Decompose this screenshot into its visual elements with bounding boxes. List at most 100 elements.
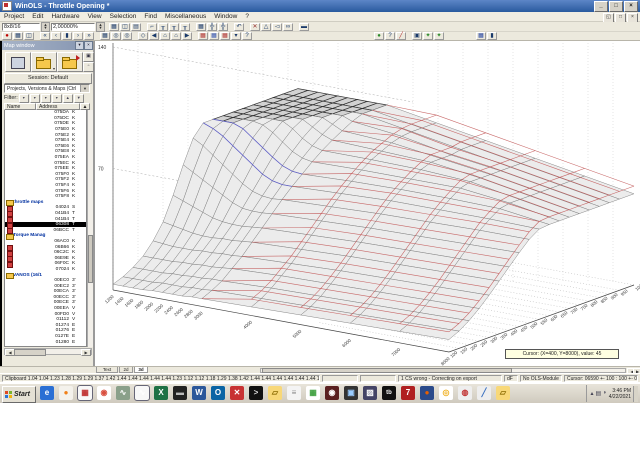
console-icon[interactable]: > [249,386,263,400]
folder-blue-icon[interactable]: ▱ [268,386,282,400]
sidebar-hscrollbar[interactable]: ◀ ▶ [4,348,92,356]
folder-yellow-icon[interactable]: ▱ [496,386,510,400]
title-bar[interactable]: WinOLS - Throttle Opening * _ □ × [0,0,640,12]
dark-app-icon[interactable]: ▣ [344,386,358,400]
column-button[interactable]: ╥ [158,22,168,31]
delta-button[interactable]: △ [261,22,271,31]
tray-icon-1[interactable]: ▴ [590,390,593,397]
scroll-right-icon[interactable]: ▶ [81,349,91,356]
zoom-in-button[interactable]: ◎ [111,32,121,40]
grid-button[interactable]: ▦ [13,32,23,40]
notepad-icon[interactable]: ≡ [287,386,301,400]
winols-icon[interactable]: ▦ [77,385,93,401]
map-list-folder-row[interactable]: VANOS (16/1 [5,272,86,280]
corner-button[interactable]: ⌐ [147,22,157,31]
app-gray2-icon[interactable]: ∿ [134,385,150,401]
open-project-button[interactable]: ▾ [31,52,57,72]
import-file-button[interactable] [5,52,31,72]
hash-button[interactable]: ╬ [207,22,217,31]
show-desktop-button[interactable] [633,385,638,402]
red-x-icon[interactable]: ✕ [230,386,244,400]
filter-6-button[interactable]: ▼ [73,93,84,103]
panel-close-icon[interactable]: × [84,41,93,50]
panel-pin-icon[interactable]: ▾ [75,41,84,50]
link-button[interactable]: ∞ [283,22,293,31]
monitor-button[interactable]: ▣ [412,32,422,40]
column2-button[interactable]: ╥ [169,22,179,31]
taskbar-clock[interactable]: 3:46 PM 4/22/2021 [609,388,631,400]
map-size-spinner[interactable]: ▲ ▼ [41,21,50,32]
home2-button[interactable]: ⌂ [171,32,181,40]
tree-mode-dropdown[interactable]: Projects, Versions & Maps (Ctrl ▼ [4,84,90,93]
sidebar-option1-button[interactable]: ▣ [83,52,94,62]
pen-button[interactable]: ╱ [396,32,406,40]
filter-4-button[interactable]: ▾ [51,93,62,103]
menu-item-miscellaneous[interactable]: Miscellaneous [161,13,210,20]
open-version-button[interactable] [57,52,83,72]
list-scrollbar-thumb[interactable] [88,235,93,283]
arrow-right-button[interactable]: ▶ [182,32,192,40]
map-list-folder-row[interactable]: Torque Manag [5,233,86,240]
grid-view-button[interactable]: ▦ [109,22,119,31]
bar-button[interactable]: ▮ [487,32,497,40]
map-list-row[interactable]: 01280 E [5,339,86,345]
seven-icon[interactable]: 7 [401,386,415,400]
list-style-button[interactable]: ▦ [476,32,486,40]
home-button[interactable]: ⌂ [160,32,170,40]
menu-item-edit[interactable]: Edit [28,13,47,20]
firefox-icon[interactable]: ● [420,386,434,400]
undo-button[interactable]: ↶ [234,22,244,31]
window-button[interactable]: ◫ [24,32,34,40]
sidebar-hscroll-thumb[interactable] [14,349,46,356]
filter-5-button[interactable]: ▲ [62,93,73,103]
tools-button[interactable]: ✦ [423,32,433,40]
small-grid-button[interactable]: ▦ [196,22,206,31]
map-red-button[interactable]: ▦ [198,32,208,40]
menu-item-hardware[interactable]: Hardware [47,13,83,20]
session-button[interactable]: Session: Default [4,73,92,84]
zoom-spinner[interactable]: ▲ ▼ [96,21,105,32]
maximize-button[interactable]: □ [609,1,623,12]
column-sort-icon[interactable]: ▲ [80,103,90,110]
tray-icon-3[interactable]: ◗ [603,390,607,397]
map-3d-view[interactable]: 140 70 1200 1400 1600 1800 2000 2200 2400 2600 280… [94,41,640,366]
menu-item--[interactable]: ? [241,13,253,20]
menu-item-find[interactable]: Find [140,13,161,20]
outlook-icon[interactable]: O [211,386,225,400]
dropdown-button[interactable]: ▾ [231,32,241,40]
what-button[interactable]: ? [385,32,395,40]
map-red2-button[interactable]: ▦ [220,32,230,40]
column3-button[interactable]: ╥ [180,22,190,31]
camera-icon[interactable]: ◉ [325,386,339,400]
tray-icon-2[interactable]: ▤ [595,390,601,397]
nav-button[interactable]: ◇ [138,32,148,40]
photo-icon[interactable]: ▨ [363,386,377,400]
last-button[interactable]: » [84,32,94,40]
media-grid-icon[interactable]: ▦ [306,386,320,400]
list-scrollbar[interactable] [87,110,93,347]
hash2-button[interactable]: ╬ [218,22,228,31]
menu-item-window[interactable]: Window [210,13,241,20]
browser-orange-icon[interactable]: ● [59,386,73,400]
help-button[interactable]: ? [242,32,252,40]
zoom-out-button[interactable]: ◎ [122,32,132,40]
column-address[interactable]: Address [36,103,80,110]
zoom-combo[interactable]: 2,00000% [51,22,95,31]
menu-item-project[interactable]: Project [0,13,28,20]
arrow-left-button[interactable]: ◀ [149,32,159,40]
map-blue-button[interactable]: ▦ [209,32,219,40]
current-button[interactable]: ▮ [62,32,72,40]
globe-icon[interactable]: ◍ [458,386,472,400]
chrome-icon[interactable]: ◉ [97,386,111,400]
play-button[interactable]: ◅ [272,22,282,31]
start-button[interactable]: Start [2,386,36,403]
app-gray1-icon[interactable]: ∿ [116,386,130,400]
next-button[interactable]: › [73,32,83,40]
ie-icon[interactable]: e [40,386,54,400]
tools2-button[interactable]: ✦ [434,32,444,40]
cut-button[interactable]: ✕ [250,22,260,31]
key-button[interactable]: ● [374,32,384,40]
map-size-combo[interactable]: 8x8/16 [2,22,40,31]
word-icon[interactable]: W [192,386,206,400]
excel-icon[interactable]: X [154,386,168,400]
